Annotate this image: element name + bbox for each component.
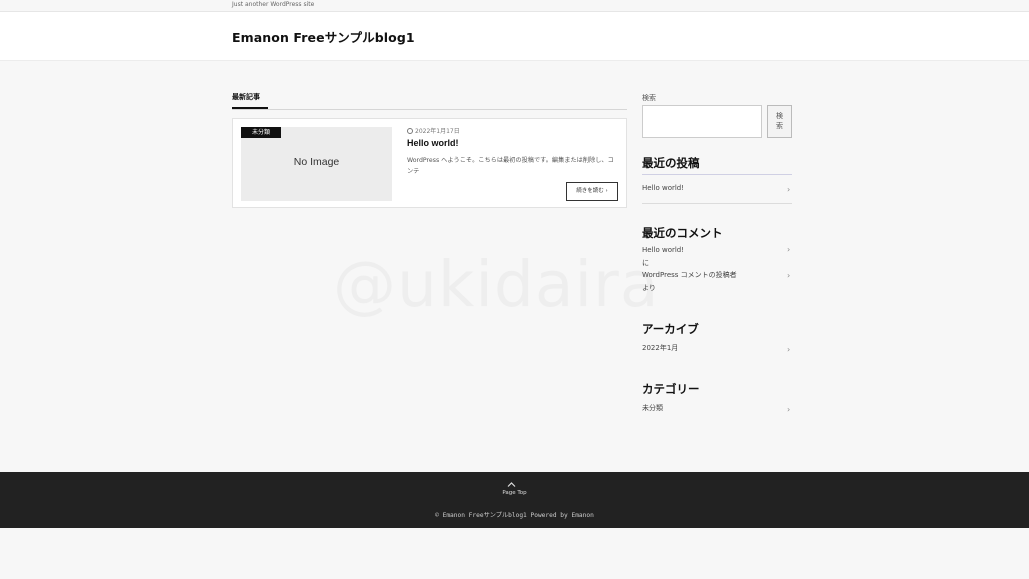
copyright-text: © Emanon Freeサンプルblog1 Powered by Emanon [435, 512, 594, 519]
post-title-link[interactable]: Hello world! [407, 138, 459, 148]
category-badge[interactable]: 未分類 [241, 127, 281, 138]
archive-title: アーカイブ [642, 322, 699, 336]
site-title-link[interactable]: Emanon Freeサンプルblog1 [232, 27, 415, 46]
site-footer: Page Top © Emanon Freeサンプルblog1 Powered … [0, 472, 1029, 528]
post-date-text: 2022年1月17日 [415, 128, 460, 135]
tab-latest-posts[interactable]: 最新記事 [232, 92, 268, 109]
chevron-right-icon: › [787, 345, 791, 354]
page-top-link[interactable]: Page Top [0, 490, 1029, 496]
comment-post-link[interactable]: Hello world! [642, 246, 684, 255]
post-card[interactable]: No Image 未分類 2022年1月17日 Hello world! Wor… [232, 118, 627, 208]
read-more-button[interactable]: 続きを読む › [566, 182, 618, 201]
widget-divider [642, 174, 792, 175]
post-date: 2022年1月17日 [407, 127, 460, 136]
read-more-label: 続きを読む [576, 188, 604, 194]
post-excerpt: WordPress へようこそ。こちらは最初の投稿です。編集または削除し、コンテ [407, 157, 614, 175]
comment-ni-text: に [642, 259, 649, 267]
post-thumbnail[interactable]: No Image [241, 127, 392, 201]
site-tagline: Just another WordPress site [232, 1, 315, 8]
list-divider [642, 203, 792, 204]
site-header: Emanon Freeサンプルblog1 [0, 12, 1029, 61]
search-input[interactable] [642, 105, 762, 138]
comment-yori-text: より [642, 284, 656, 292]
recent-posts-title: 最近の投稿 [642, 156, 700, 170]
top-bar: Just another WordPress site [0, 0, 1029, 12]
category-link[interactable]: 未分類 [642, 404, 663, 413]
chevron-right-icon: › [787, 185, 791, 194]
chevron-right-icon: › [787, 405, 791, 414]
search-button[interactable]: 検索 [767, 105, 792, 138]
recent-comments-title: 最近のコメント [642, 226, 723, 240]
search-label: 検索 [642, 94, 656, 102]
no-image-label: No Image [293, 156, 340, 168]
chevron-right-icon: › [787, 245, 791, 254]
categories-title: カテゴリー [642, 382, 700, 396]
recent-post-link[interactable]: Hello world! [642, 184, 684, 193]
chevron-right-icon: › [605, 188, 608, 194]
chevron-right-icon: › [787, 271, 791, 280]
tab-divider [232, 108, 627, 110]
watermark: @ukidaira [333, 248, 660, 321]
comment-author-link[interactable]: WordPress コメントの投稿者 [642, 271, 737, 280]
clock-icon [407, 128, 413, 134]
chevron-up-icon[interactable] [507, 481, 516, 488]
archive-link[interactable]: 2022年1月 [642, 344, 678, 353]
search-button-label: 検索 [776, 112, 783, 130]
